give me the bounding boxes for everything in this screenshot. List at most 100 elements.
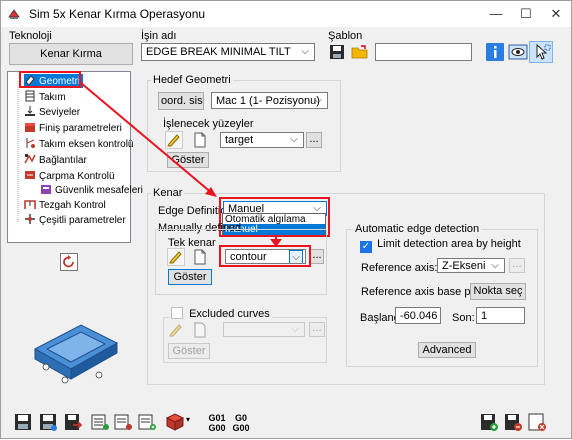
pencil-icon[interactable] bbox=[165, 131, 183, 149]
minimize-button[interactable]: — bbox=[481, 1, 511, 27]
son-input[interactable]: 1 bbox=[476, 307, 525, 324]
preview-icon[interactable] bbox=[508, 42, 528, 62]
cancel-icon[interactable] bbox=[527, 412, 547, 432]
isin-adi-combo[interactable]: EDGE BREAK MINIMAL TILT ⌵ bbox=[141, 43, 315, 61]
chevron-down-icon: ⌵ bbox=[289, 250, 303, 263]
tree-item-tezgah[interactable]: Tezgah Kontrol bbox=[24, 198, 106, 212]
chevron-down-icon: ⌵ bbox=[301, 46, 309, 57]
contour-more-button[interactable]: ... bbox=[310, 249, 324, 264]
nokta-sec-button[interactable]: Nokta seç bbox=[470, 283, 526, 300]
operation-window: Sim 5x Kenar Kırma Operasyonu — ☐ ✕ Tekn… bbox=[0, 0, 572, 439]
tree-item-label: Geometri bbox=[39, 76, 81, 87]
cursor-select-icon bbox=[536, 43, 551, 60]
tree-item-label: Tezgah Kontrol bbox=[39, 200, 106, 211]
g00c-label: G00 bbox=[232, 423, 250, 433]
app-icon bbox=[8, 9, 20, 19]
collision-icon bbox=[25, 171, 35, 179]
refresh-icon[interactable] bbox=[60, 253, 78, 271]
limit-detection-checkbox[interactable]: ✓ bbox=[360, 241, 372, 253]
chevron-down-icon: ⌵ bbox=[290, 134, 298, 145]
export-icon[interactable] bbox=[63, 412, 83, 432]
excluded-goster-button: Göster bbox=[168, 343, 210, 359]
save-as-icon[interactable] bbox=[38, 412, 58, 432]
calculate-icon[interactable] bbox=[503, 412, 523, 432]
target-more-button[interactable]: ... bbox=[306, 132, 322, 148]
advanced-button[interactable]: Advanced bbox=[418, 342, 476, 358]
excluded-curves-combo: ⌵ bbox=[223, 322, 305, 337]
tree-item-label: Takım eksen kontrolü bbox=[39, 139, 134, 150]
save-icon[interactable] bbox=[13, 412, 33, 432]
select-mode-button[interactable] bbox=[529, 41, 553, 63]
tree-item-baglantilar[interactable]: Bağlantılar bbox=[24, 153, 87, 167]
islenecek-yuzeyler-label: İşlenecek yüzeyler bbox=[163, 118, 254, 130]
maximize-button[interactable]: ☐ bbox=[511, 1, 541, 27]
hedef-goster-button[interactable]: Göster bbox=[167, 152, 209, 168]
coordinate-system-combo[interactable]: Mac 1 (1- Pozisyonu) ⌵ bbox=[211, 92, 328, 109]
pencil-icon bbox=[169, 324, 182, 337]
list-remove-icon[interactable] bbox=[113, 412, 133, 432]
eraser-icon bbox=[25, 75, 35, 86]
tree-item-guvenlik[interactable]: Güvenlik mesafeleri bbox=[40, 183, 143, 197]
tree-item-geometri[interactable]: Geometri bbox=[24, 74, 84, 88]
save-template-icon[interactable] bbox=[328, 43, 346, 61]
tree-item-finis[interactable]: Finiş parametreleri bbox=[24, 121, 122, 135]
stock-icon[interactable] bbox=[165, 412, 185, 432]
g00-convert-button[interactable]: G0 G00 bbox=[231, 413, 251, 435]
coordinate-system-value: Mac 1 (1- Pozisyonu) bbox=[216, 95, 320, 107]
target-surfaces-value: target bbox=[225, 134, 254, 146]
open-folder-icon[interactable] bbox=[351, 43, 369, 61]
excluded-curves-label: Excluded curves bbox=[189, 308, 270, 320]
baslangic-input[interactable]: -60.046 bbox=[395, 307, 441, 324]
chevron-down-icon[interactable]: ▾ bbox=[186, 415, 190, 424]
contour-combo[interactable]: contour ⌵ bbox=[225, 249, 306, 264]
chevron-down-icon: ⌵ bbox=[491, 260, 499, 271]
tree-item-takim[interactable]: Takım bbox=[24, 90, 66, 104]
document-icon bbox=[194, 322, 206, 338]
finish-icon bbox=[25, 123, 35, 132]
list-icon[interactable] bbox=[90, 412, 110, 432]
tree-item-label: Bağlantılar bbox=[39, 155, 87, 166]
part-preview-image bbox=[33, 324, 119, 384]
teknoloji-label: Teknoloji bbox=[9, 30, 52, 42]
reference-axis-combo[interactable]: Z-Ekseni ⌵ bbox=[437, 258, 505, 273]
machine-icon bbox=[24, 200, 36, 209]
isin-adi-label: İşin adı bbox=[141, 30, 177, 42]
auto-edge-title: Automatic edge detection bbox=[353, 223, 482, 235]
document-icon[interactable] bbox=[191, 248, 209, 266]
chevron-down-icon: ⌵ bbox=[291, 324, 299, 335]
title-bar: Sim 5x Kenar Kırma Operasyonu — ☐ ✕ bbox=[1, 1, 571, 27]
limit-detection-label: Limit detection area by height bbox=[377, 238, 521, 250]
info-icon[interactable] bbox=[485, 42, 505, 62]
tree-item-label: Çarpma Kontrolü bbox=[39, 171, 115, 182]
list-add-icon[interactable] bbox=[137, 412, 157, 432]
sablon-field[interactable] bbox=[375, 43, 472, 61]
tree-item-seviyeler[interactable]: Seviyeler bbox=[24, 105, 80, 119]
tree-item-cesitli[interactable]: Çeşitli parametreler bbox=[24, 213, 126, 227]
pencil-icon[interactable] bbox=[167, 248, 185, 266]
g00-label: G00 bbox=[208, 423, 226, 433]
tree-item-takim-eksen[interactable]: Takım eksen kontrolü bbox=[24, 137, 134, 151]
coordinate-system-button[interactable]: oord. sisterr bbox=[158, 92, 204, 110]
ok-add-icon[interactable] bbox=[479, 412, 499, 432]
tree-item-carpma[interactable]: Çarpma Kontrolü bbox=[24, 169, 115, 183]
son-label: Son: bbox=[452, 312, 475, 324]
target-surfaces-combo[interactable]: target ⌵ bbox=[220, 132, 304, 148]
tree-item-label: Güvenlik mesafeleri bbox=[55, 185, 143, 196]
hedef-geometri-title: Hedef Geometri bbox=[151, 74, 233, 86]
isin-adi-value: EDGE BREAK MINIMAL TILT bbox=[146, 46, 291, 58]
clearance-icon bbox=[41, 185, 51, 194]
tree-lines bbox=[17, 81, 19, 222]
sablon-label: Şablon bbox=[328, 30, 363, 42]
misc-icon bbox=[25, 214, 35, 224]
excluded-curves-checkbox[interactable] bbox=[171, 307, 183, 319]
g01-g00-button[interactable]: G01 G00 bbox=[207, 413, 227, 435]
close-button[interactable]: ✕ bbox=[541, 1, 571, 27]
reference-axis-value: Z-Ekseni bbox=[442, 260, 486, 272]
limit-detection-row: ✓ Limit detection area by height bbox=[360, 238, 521, 253]
kenar-kirma-button[interactable]: Kenar Kırma bbox=[9, 43, 133, 65]
tree-item-label: Seviyeler bbox=[39, 107, 81, 118]
excluded-curves-header: Excluded curves bbox=[169, 307, 272, 320]
document-icon[interactable] bbox=[191, 131, 209, 149]
kenar-goster-button[interactable]: Göster bbox=[168, 269, 212, 285]
tree-item-label: Çeşitli parametreler bbox=[39, 215, 126, 226]
